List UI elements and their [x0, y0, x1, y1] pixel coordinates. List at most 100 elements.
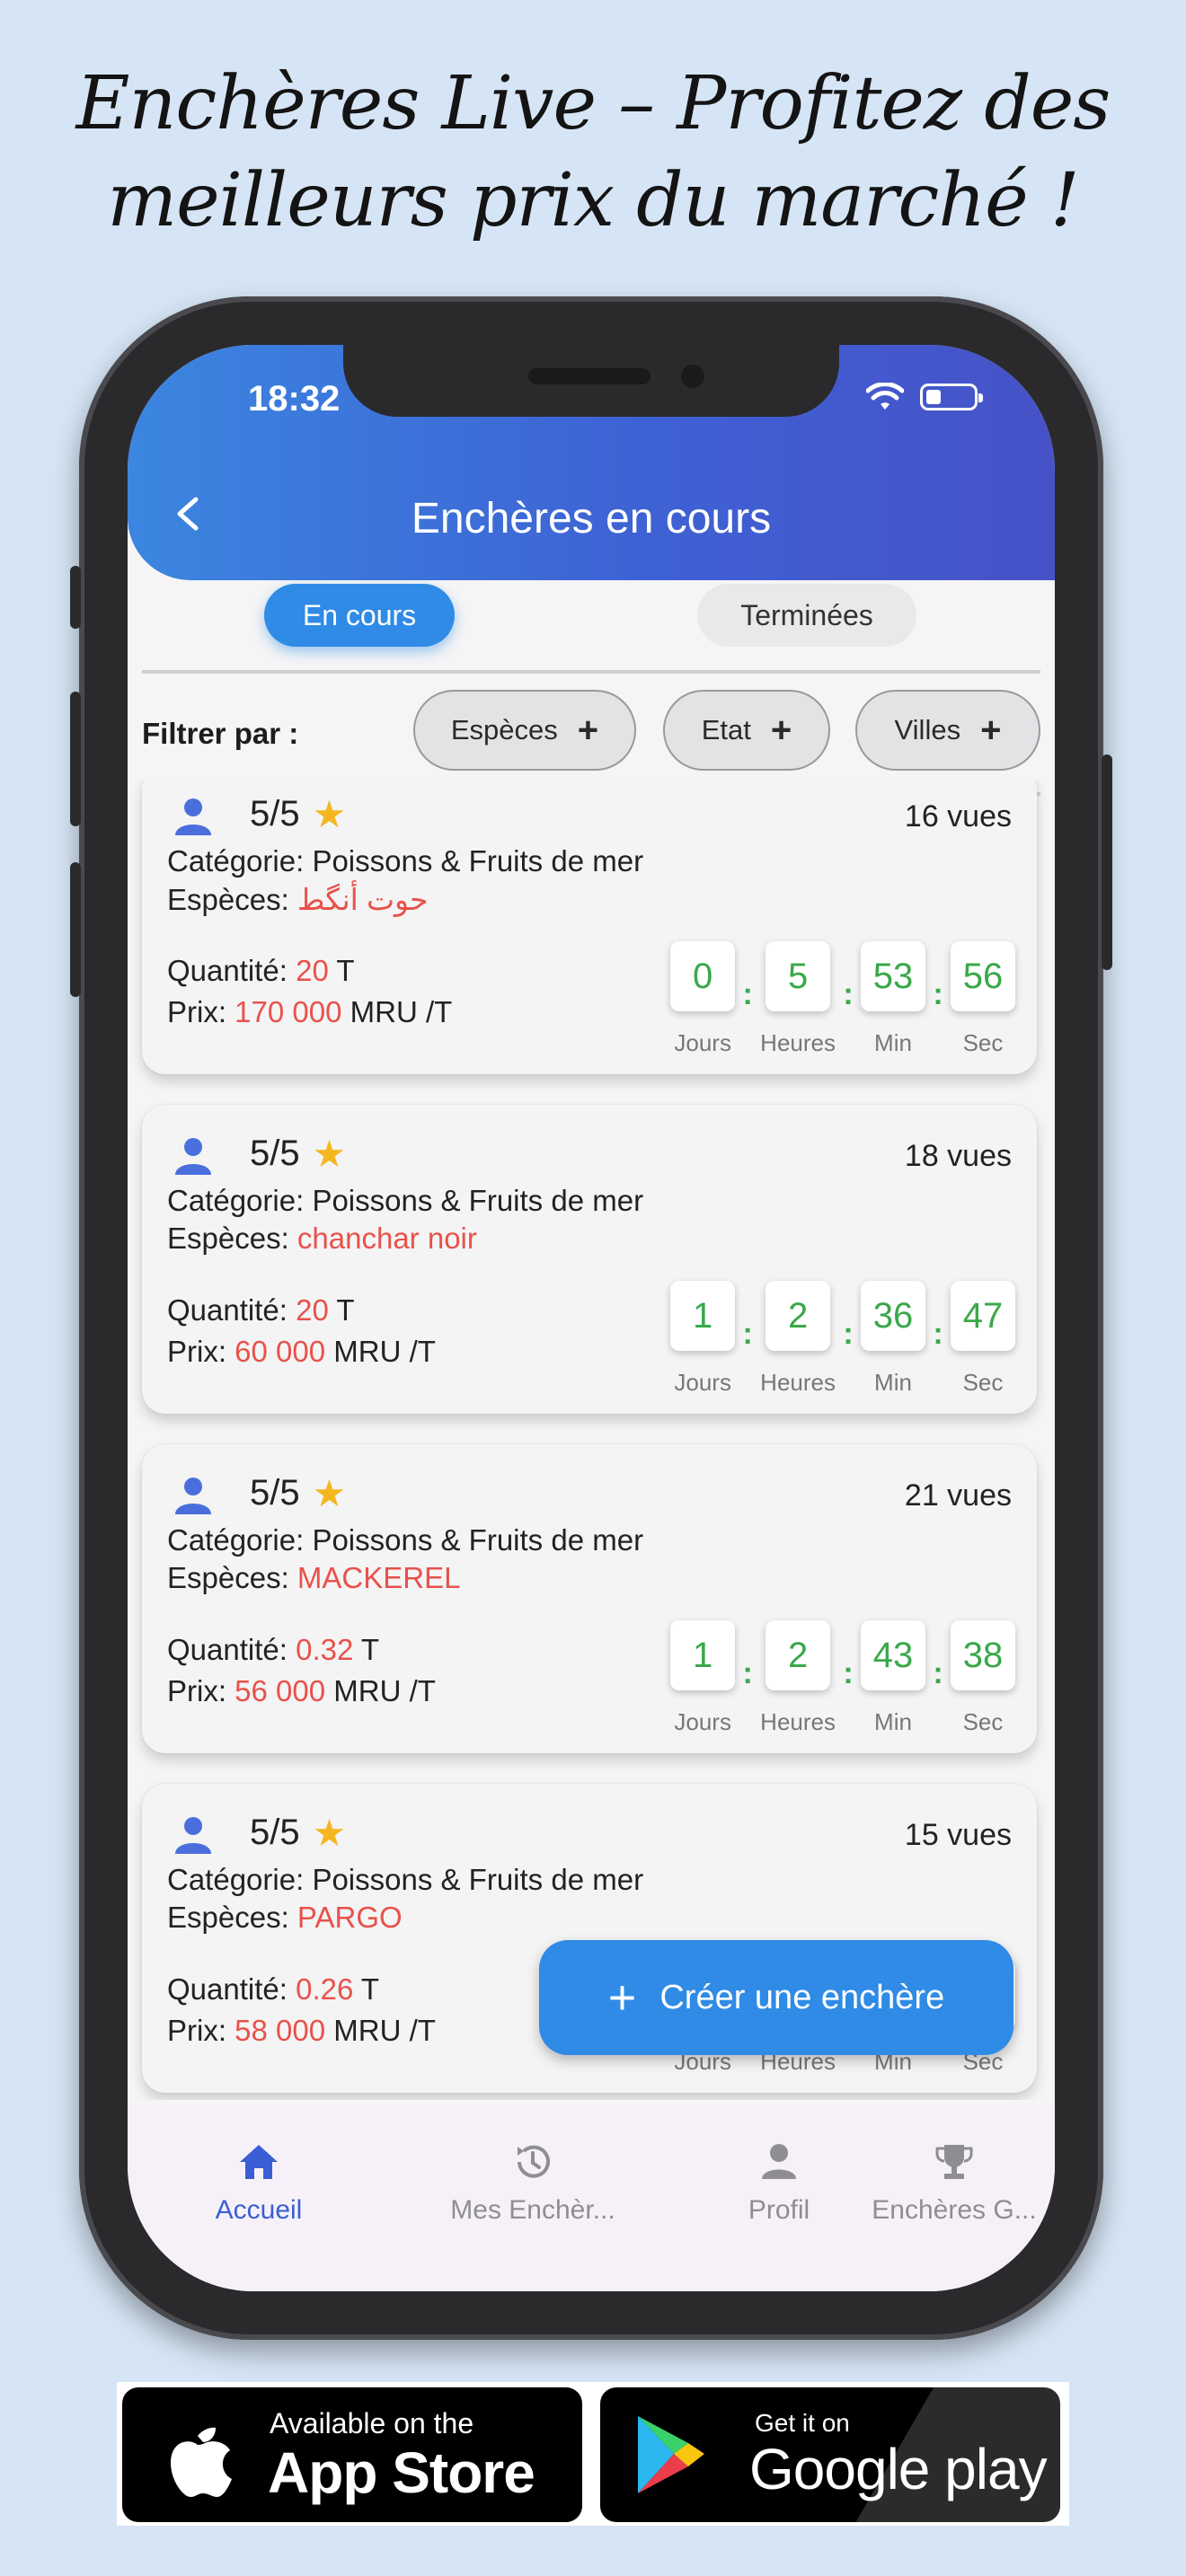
plus-icon: + — [980, 710, 1002, 750]
google-play-small-text: Get it on — [755, 2409, 850, 2437]
power-button — [1102, 754, 1112, 970]
nav-encheres-g[interactable]: Enchères G... — [864, 2139, 1044, 2226]
auction-card[interactable]: 5/5 ★ 16 vues Catégorie: Poissons & Fruits … — [142, 780, 1037, 1074]
price-value: 170 000 — [235, 995, 342, 1028]
trophy-icon — [935, 2145, 973, 2179]
timer-days: 1 Jours — [670, 1281, 736, 1397]
notch — [343, 345, 839, 417]
category-label: Catégorie: — [167, 1184, 305, 1217]
views-count: 16 vues — [904, 799, 1012, 834]
filter-label: Filtrer par : — [142, 717, 299, 750]
timer-minutes: 43 Min — [861, 1620, 925, 1736]
timer-label: Jours — [674, 1369, 731, 1396]
app-store-badge[interactable]: Available on the App Store — [122, 2387, 582, 2522]
home-icon — [240, 2145, 278, 2179]
quantity-line: Quantité: 20 T — [167, 1293, 355, 1328]
price-line: Prix: 60 000 MRU /T — [167, 1335, 436, 1369]
nav-profil[interactable]: Profil — [712, 2139, 846, 2226]
price-value: 56 000 — [235, 1674, 326, 1707]
quantity-unit: T — [336, 1293, 355, 1327]
tab-terminees[interactable]: Terminées — [697, 584, 916, 647]
create-auction-label: Créer une enchère — [659, 1978, 945, 2016]
auction-card[interactable]: 5/5 ★ 18 vues Catégorie: Poissons & Fruits … — [142, 1105, 1037, 1414]
timer-label: Heures — [760, 1029, 836, 1056]
nav-label: Enchères G... — [872, 2195, 1037, 2225]
chip-label: Etat — [701, 714, 751, 745]
timer-label: Jours — [674, 1708, 731, 1735]
price-line: Prix: 170 000 MRU /T — [167, 995, 452, 1029]
user-icon — [175, 798, 211, 835]
google-play-icon — [638, 2416, 704, 2493]
google-play-badge[interactable]: Get it on Google play — [600, 2387, 1060, 2522]
timer-minutes: 36 Min — [861, 1281, 925, 1397]
promo-headline: Enchères Live – Profitez des meilleurs p… — [0, 56, 1186, 250]
nav-mes-encheres[interactable]: Mes Enchèr... — [438, 2139, 627, 2226]
price-value: 60 000 — [235, 1335, 326, 1368]
countdown-timer: 1 Jours:2 Heures:36 Min:47 Sec — [670, 1281, 1015, 1397]
category-value: Poissons & Fruits de mer — [312, 1863, 644, 1896]
countdown-timer: 1 Jours:2 Heures:43 Min:38 Sec — [670, 1620, 1015, 1736]
timer-label: Sec — [962, 1708, 1004, 1735]
timer-hours: 5 Heures — [760, 941, 836, 1057]
species-label: Espèces: — [167, 883, 289, 916]
tab-en-cours[interactable]: En cours — [264, 584, 455, 647]
price-unit: MRU /T — [350, 995, 453, 1028]
page-title: Enchères en cours — [411, 495, 772, 543]
category-label: Catégorie: — [167, 844, 305, 878]
timer-value: 38 — [951, 1620, 1015, 1690]
category-label: Catégorie: — [167, 1863, 305, 1896]
timer-seconds: 47 Sec — [951, 1281, 1015, 1397]
timer-label: Sec — [962, 1369, 1004, 1396]
species-value: chanchar noir — [296, 1222, 477, 1255]
store-badges: Available on the App Store Get it on Goo… — [117, 2382, 1069, 2526]
nav-label: Profil — [748, 2195, 810, 2225]
timer-separator: : — [843, 977, 854, 1011]
filter-chip-especes[interactable]: Espèces + — [413, 690, 636, 771]
species-label: Espèces: — [167, 1561, 289, 1594]
species-value: حوت أنگط — [296, 883, 429, 916]
filter-chip-etat[interactable]: Etat + — [663, 690, 830, 771]
quantity-value: 0.26 — [296, 1972, 354, 2006]
quantity-label: Quantité: — [167, 1633, 288, 1666]
price-unit: MRU /T — [333, 1674, 436, 1707]
species-value: PARGO — [296, 1901, 403, 1934]
rating-value: 5/5 — [250, 1473, 300, 1513]
plus-icon: + — [607, 1971, 637, 2025]
category-line: Catégorie: Poissons & Fruits de mer — [167, 1863, 643, 1897]
price-label: Prix: — [167, 1674, 226, 1707]
timer-label: Heures — [760, 1708, 836, 1735]
timer-separator: : — [742, 977, 753, 1011]
seller-rating: 5/5 ★ — [250, 792, 346, 836]
species-label: Espèces: — [167, 1222, 289, 1255]
views-count: 15 vues — [904, 1818, 1012, 1852]
quantity-value: 20 — [296, 1293, 329, 1327]
star-icon: ★ — [312, 1812, 347, 1854]
quantity-value: 0.32 — [296, 1633, 354, 1666]
auction-list[interactable]: 5/5 ★ 16 vues Catégorie: Poissons & Fruits … — [128, 780, 1055, 2100]
category-line: Catégorie: Poissons & Fruits de mer — [167, 1184, 643, 1218]
timer-value: 5 — [766, 941, 831, 1011]
species-value: MACKEREL — [296, 1561, 461, 1594]
battery-icon — [920, 384, 983, 410]
price-unit: MRU /T — [333, 2014, 436, 2047]
plus-icon: + — [770, 710, 792, 750]
price-line: Prix: 56 000 MRU /T — [167, 1674, 436, 1708]
filter-chip-villes[interactable]: Villes + — [855, 690, 1040, 771]
category-value: Poissons & Fruits de mer — [312, 1523, 644, 1557]
quantity-unit: T — [336, 954, 355, 987]
timer-separator: : — [843, 1656, 854, 1690]
price-label: Prix: — [167, 2014, 226, 2047]
timer-separator: : — [742, 1317, 753, 1351]
countdown-timer: 0 Jours:5 Heures:53 Min:56 Sec — [670, 941, 1015, 1057]
nav-accueil[interactable]: Accueil — [169, 2139, 349, 2226]
auction-card[interactable]: 5/5 ★ 21 vues Catégorie: Poissons & Fruits … — [142, 1444, 1037, 1753]
timer-value: 1 — [670, 1281, 736, 1351]
category-line: Catégorie: Poissons & Fruits de mer — [167, 844, 643, 878]
timer-seconds: 56 Sec — [951, 941, 1015, 1057]
views-count: 18 vues — [904, 1139, 1012, 1173]
timer-separator: : — [933, 977, 943, 1011]
create-auction-button[interactable]: + Créer une enchère — [539, 1940, 1013, 2055]
timer-days: 0 Jours — [670, 941, 736, 1057]
seller-rating: 5/5 ★ — [250, 1132, 346, 1176]
category-line: Catégorie: Poissons & Fruits de mer — [167, 1523, 643, 1557]
